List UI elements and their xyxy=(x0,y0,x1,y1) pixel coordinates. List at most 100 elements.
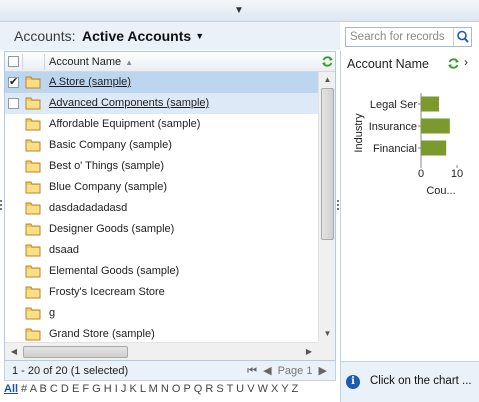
alpha-filter-m[interactable]: M xyxy=(149,383,158,395)
select-all-checkbox[interactable] xyxy=(8,56,19,67)
vertical-scrollbar[interactable]: ▲ ▼ xyxy=(318,72,335,342)
account-name-link[interactable]: A Store (sample) xyxy=(49,76,131,88)
table-row[interactable]: Advanced Components (sample) xyxy=(5,93,318,114)
table-row[interactable]: Elemental Goods (sample) xyxy=(5,261,318,282)
alpha-filter-f[interactable]: F xyxy=(82,383,89,395)
next-page-icon[interactable]: ▶ xyxy=(319,365,327,377)
account-name-link[interactable]: Elemental Goods (sample) xyxy=(49,265,179,277)
search-input[interactable] xyxy=(346,28,454,46)
search-icon xyxy=(457,30,469,43)
alpha-filter-a[interactable]: A xyxy=(30,383,37,395)
pager: ⏮ ◀ Page 1 ▶ xyxy=(244,364,327,378)
table-row[interactable]: g xyxy=(5,303,318,324)
account-name-link[interactable]: dasdadadadasd xyxy=(49,202,127,214)
account-icon xyxy=(25,76,41,89)
scroll-up-icon[interactable]: ▲ xyxy=(320,73,335,87)
account-icon xyxy=(25,118,41,131)
alpha-filter-g[interactable]: G xyxy=(92,383,101,395)
alpha-filter-t[interactable]: T xyxy=(227,383,234,395)
refresh-icon[interactable] xyxy=(321,55,334,68)
table-row[interactable]: Frosty's Icecream Store xyxy=(5,282,318,303)
x-tick-label: 10 xyxy=(451,168,463,180)
splitter-grip-icon[interactable] xyxy=(0,200,3,214)
first-page-icon[interactable]: ⏮ xyxy=(247,365,257,377)
account-icon xyxy=(25,244,41,257)
bar[interactable] xyxy=(421,96,439,112)
chevron-right-icon[interactable]: › xyxy=(464,55,468,69)
alpha-filter-s[interactable]: S xyxy=(216,383,223,395)
previous-page-icon[interactable]: ◀ xyxy=(263,365,271,377)
alpha-filter-b[interactable]: B xyxy=(40,383,47,395)
view-prefix-label: Accounts: xyxy=(14,28,76,44)
alpha-filter-r[interactable]: R xyxy=(205,383,213,395)
view-selector[interactable]: Active Accounts ▼ xyxy=(82,28,204,44)
alpha-filter-o[interactable]: O xyxy=(172,383,181,395)
bar-chart[interactable]: Legal Ser Insurance Financial 0 10 Cou... Indu… xyxy=(341,81,479,221)
chevron-down-icon[interactable]: ▼ xyxy=(233,5,245,17)
account-icon xyxy=(25,97,41,110)
table-row[interactable]: Affordable Equipment (sample) xyxy=(5,114,318,135)
account-name-link[interactable]: Best o' Things (sample) xyxy=(49,160,164,172)
table-row[interactable]: dasdadadadasd xyxy=(5,198,318,219)
row-checkbox[interactable]: ✔ xyxy=(8,77,19,88)
column-divider xyxy=(22,54,23,70)
alpha-filter-c[interactable]: C xyxy=(50,383,58,395)
alpha-filter-j[interactable]: J xyxy=(121,383,127,395)
table-row[interactable]: ✔ A Store (sample) xyxy=(5,72,318,93)
alpha-filter-l[interactable]: L xyxy=(140,383,146,395)
alpha-filter-z[interactable]: Z xyxy=(291,383,298,395)
chart-info-bar: i Click on the chart ... xyxy=(340,361,479,402)
horizontal-scrollbar[interactable]: ◀ ▶ xyxy=(5,342,318,360)
scroll-down-icon[interactable]: ▼ xyxy=(320,327,335,341)
alpha-filter-q[interactable]: Q xyxy=(194,383,203,395)
table-row[interactable]: Grand Store (sample) xyxy=(5,324,318,342)
account-name-link[interactable]: dsaad xyxy=(49,244,79,256)
page-label: Page 1 xyxy=(277,365,313,377)
account-name-link[interactable]: Advanced Components (sample) xyxy=(49,97,209,109)
alpha-filter-y[interactable]: Y xyxy=(281,383,288,395)
scroll-right-icon[interactable]: ▶ xyxy=(302,345,316,359)
ribbon-collapse-bar: ▼ xyxy=(0,0,479,22)
alpha-filter-d[interactable]: D xyxy=(61,383,69,395)
bar[interactable] xyxy=(421,118,450,134)
account-icon xyxy=(25,328,41,341)
refresh-icon[interactable] xyxy=(447,57,460,70)
search-button[interactable] xyxy=(453,28,471,46)
account-icon xyxy=(25,160,41,173)
table-row[interactable]: Best o' Things (sample) xyxy=(5,156,318,177)
table-row[interactable]: Designer Goods (sample) xyxy=(5,219,318,240)
alpha-filter-hash[interactable]: # xyxy=(21,383,27,395)
chart-selector[interactable]: Account Name xyxy=(347,57,429,71)
scroll-thumb[interactable] xyxy=(23,346,128,358)
view-selector-bar: Accounts: Active Accounts ▼ xyxy=(0,22,340,50)
account-name-link[interactable]: g xyxy=(49,307,55,319)
table-row[interactable]: Basic Company (sample) xyxy=(5,135,318,156)
alpha-filter-u[interactable]: U xyxy=(236,383,244,395)
alpha-filter-w[interactable]: W xyxy=(258,383,268,395)
alpha-filter-e[interactable]: E xyxy=(72,383,79,395)
table-row[interactable]: Blue Company (sample) xyxy=(5,177,318,198)
account-name-link[interactable]: Grand Store (sample) xyxy=(49,328,155,340)
account-name-link[interactable]: Designer Goods (sample) xyxy=(49,223,174,235)
bar[interactable] xyxy=(421,140,447,156)
alpha-filter-x[interactable]: X xyxy=(271,383,278,395)
alpha-filter-p[interactable]: P xyxy=(184,383,191,395)
account-name-link[interactable]: Affordable Equipment (sample) xyxy=(49,118,200,130)
row-checkbox[interactable] xyxy=(8,98,19,109)
account-icon xyxy=(25,223,41,236)
alpha-filter-n[interactable]: N xyxy=(161,383,169,395)
y-axis-label: Industry xyxy=(353,113,365,153)
account-name-link[interactable]: Basic Company (sample) xyxy=(49,139,172,151)
alpha-filter-i[interactable]: I xyxy=(115,383,118,395)
column-header-account-name[interactable]: Account Name ▲ xyxy=(49,56,133,68)
table-row[interactable]: dsaad xyxy=(5,240,318,261)
scroll-left-icon[interactable]: ◀ xyxy=(7,345,21,359)
alpha-filter-h[interactable]: H xyxy=(104,383,112,395)
alpha-filter-v[interactable]: V xyxy=(247,383,254,395)
scroll-thumb[interactable] xyxy=(321,88,334,240)
account-icon xyxy=(25,139,41,152)
alpha-filter-k[interactable]: K xyxy=(129,383,136,395)
account-name-link[interactable]: Blue Company (sample) xyxy=(49,181,167,193)
account-name-link[interactable]: Frosty's Icecream Store xyxy=(49,286,165,298)
alpha-filter-all[interactable]: All xyxy=(4,383,18,395)
